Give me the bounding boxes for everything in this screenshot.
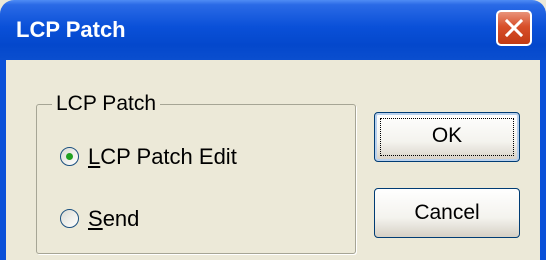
focus-rectangle	[380, 118, 514, 156]
lcp-patch-edit-label: LCP Patch Edit	[88, 142, 237, 172]
ok-button[interactable]: OK	[374, 112, 520, 162]
send-label: Send	[88, 204, 139, 234]
close-icon	[505, 19, 523, 37]
radio-selected-icon	[60, 147, 79, 166]
accelerator-key: L	[88, 144, 101, 169]
send-radio[interactable]: Send	[60, 204, 270, 234]
label-text: CP Patch Edit	[100, 144, 237, 169]
lcp-patch-edit-radio[interactable]: LCP Patch Edit	[60, 142, 270, 172]
window-frame-right	[540, 60, 546, 260]
cancel-button[interactable]: Cancel	[374, 188, 520, 238]
dialog-window: LCP Patch LCP Patch LCP Patch Edit Send …	[0, 0, 546, 260]
groupbox-label: LCP Patch	[52, 92, 161, 116]
cancel-button-label: Cancel	[414, 201, 480, 224]
label-text: end	[102, 206, 140, 231]
window-frame-left	[0, 60, 6, 260]
accelerator-key: S	[88, 206, 103, 231]
window-title: LCP Patch	[16, 17, 126, 42]
close-button[interactable]	[496, 10, 532, 46]
radio-unselected-icon	[60, 209, 79, 228]
title-bar[interactable]: LCP Patch	[0, 0, 546, 60]
